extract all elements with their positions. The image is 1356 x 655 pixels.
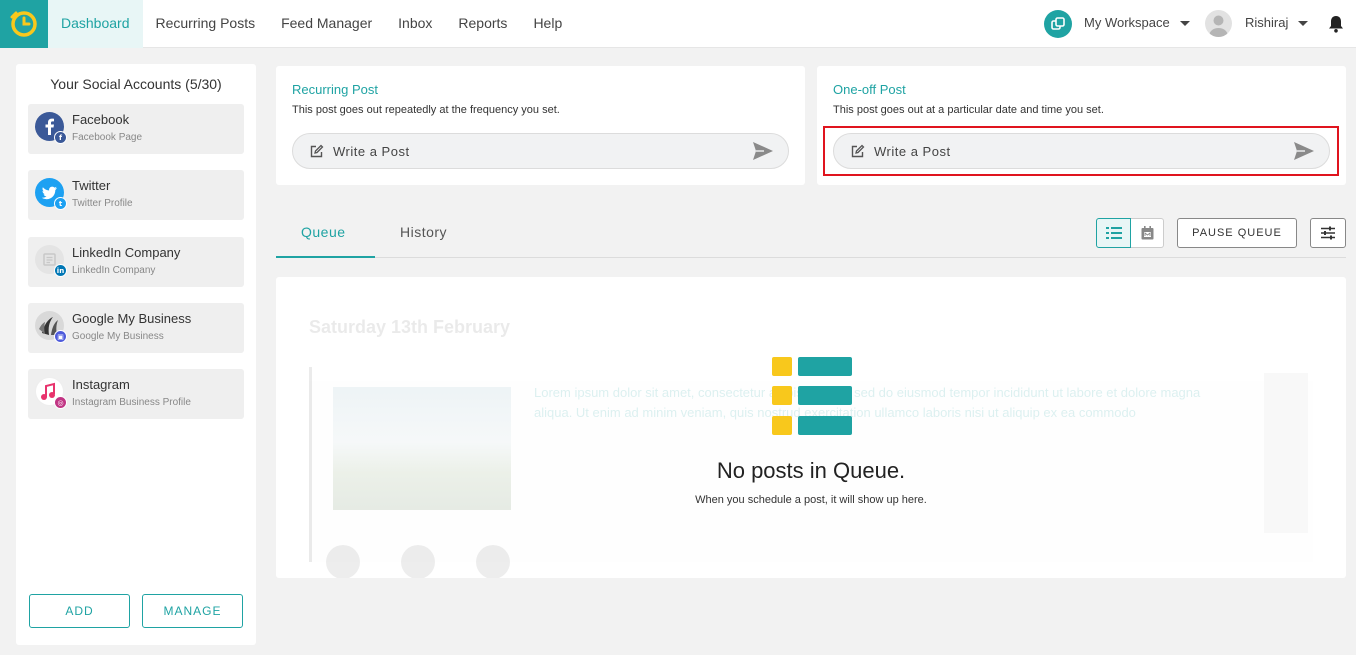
empty-queue-icon bbox=[772, 357, 852, 435]
account-type: Twitter Profile bbox=[72, 198, 133, 209]
ghost-avatar bbox=[476, 545, 510, 578]
recurring-post-card: Recurring Post This post goes out repeat… bbox=[276, 66, 805, 185]
write-post-label: Write a Post bbox=[333, 144, 410, 159]
workspace-icon[interactable] bbox=[1044, 10, 1072, 38]
account-name: Twitter bbox=[72, 178, 111, 193]
account-type: Google My Business bbox=[72, 331, 164, 342]
instagram-icon: ◎ bbox=[54, 396, 67, 409]
linkedin-icon: in bbox=[54, 264, 67, 277]
ghost-avatar bbox=[401, 545, 435, 578]
highlight-box bbox=[823, 126, 1339, 176]
account-type: Instagram Business Profile bbox=[72, 397, 191, 408]
filter-settings-button[interactable] bbox=[1310, 218, 1346, 248]
active-tab-indicator bbox=[276, 256, 375, 258]
clock-logo-icon bbox=[10, 11, 37, 37]
account-item-facebook[interactable]: f Facebook Facebook Page bbox=[28, 104, 244, 154]
nav-dashboard[interactable]: Dashboard bbox=[48, 0, 143, 48]
send-icon[interactable] bbox=[752, 141, 774, 161]
account-name: Google My Business bbox=[72, 311, 192, 326]
facebook-icon: f bbox=[54, 131, 67, 144]
card-title: Recurring Post bbox=[292, 82, 378, 97]
account-item-instagram[interactable]: ◎ Instagram Instagram Business Profile bbox=[28, 369, 244, 419]
empty-queue-title: No posts in Queue. bbox=[716, 458, 906, 483]
edit-icon bbox=[310, 144, 324, 158]
user-chevron-down-icon[interactable] bbox=[1298, 21, 1308, 26]
workspace-chevron-down-icon[interactable] bbox=[1180, 21, 1190, 26]
ghost-date-heading: Saturday 13th February bbox=[309, 317, 511, 337]
user-name-dropdown[interactable]: Rishiraj bbox=[1245, 15, 1288, 30]
ghost-post-image bbox=[333, 387, 511, 510]
sliders-icon bbox=[1321, 226, 1335, 240]
bell-icon[interactable] bbox=[1328, 15, 1344, 38]
recurring-write-post-button[interactable]: Write a Post bbox=[292, 133, 789, 169]
ghost-avatar bbox=[326, 545, 360, 578]
sidebar-title: Your Social Accounts (5/30) bbox=[50, 76, 222, 92]
twitter-icon: t bbox=[54, 197, 67, 210]
account-item-google-my-business[interactable]: ▣ Google My Business Google My Business bbox=[28, 303, 244, 353]
social-accounts-sidebar: Your Social Accounts (5/30) f Facebook F… bbox=[16, 64, 256, 645]
manage-accounts-button[interactable]: MANAGE bbox=[142, 594, 243, 628]
user-avatar[interactable] bbox=[1205, 10, 1232, 37]
calendar-icon bbox=[1141, 226, 1153, 240]
empty-queue-subtitle: When you schedule a post, it will show u… bbox=[695, 494, 927, 506]
queue-panel: Saturday 13th February Lorem ipsum dolor… bbox=[276, 277, 1346, 578]
list-view-button[interactable] bbox=[1096, 218, 1131, 248]
ghost-post-actions bbox=[1264, 373, 1308, 533]
account-item-linkedin[interactable]: in LinkedIn Company LinkedIn Company bbox=[28, 237, 244, 287]
tab-history[interactable]: History bbox=[400, 224, 447, 240]
card-description: This post goes out repeatedly at the fre… bbox=[292, 104, 560, 116]
card-description: This post goes out at a particular date … bbox=[833, 104, 1104, 116]
ghost-post-text: Lorem ipsum dolor sit amet, consectetur … bbox=[534, 385, 1201, 420]
tab-queue[interactable]: Queue bbox=[301, 224, 346, 240]
add-account-button[interactable]: ADD bbox=[29, 594, 130, 628]
account-item-twitter[interactable]: t Twitter Twitter Profile bbox=[28, 170, 244, 220]
account-type: LinkedIn Company bbox=[72, 265, 156, 276]
card-title: One-off Post bbox=[833, 82, 906, 97]
workspace-dropdown[interactable]: My Workspace bbox=[1084, 15, 1170, 30]
nav-recurring-posts[interactable]: Recurring Posts bbox=[143, 0, 269, 48]
main-nav: Dashboard Recurring Posts Feed Manager I… bbox=[48, 0, 575, 48]
tabs-divider bbox=[276, 257, 1346, 258]
nav-help[interactable]: Help bbox=[520, 0, 575, 48]
google-business-icon: ▣ bbox=[54, 330, 67, 343]
calendar-view-button[interactable] bbox=[1131, 218, 1164, 248]
account-name: Facebook bbox=[72, 112, 130, 127]
account-name: Instagram bbox=[72, 377, 130, 392]
list-icon bbox=[1105, 227, 1122, 239]
nav-reports[interactable]: Reports bbox=[445, 0, 520, 48]
pause-queue-button[interactable]: PAUSE QUEUE bbox=[1177, 218, 1297, 248]
nav-inbox[interactable]: Inbox bbox=[385, 0, 445, 48]
account-type: Facebook Page bbox=[72, 132, 143, 143]
account-name: LinkedIn Company bbox=[72, 245, 181, 260]
nav-feed-manager[interactable]: Feed Manager bbox=[268, 0, 385, 48]
top-navbar: Dashboard Recurring Posts Feed Manager I… bbox=[0, 0, 1356, 48]
app-logo[interactable] bbox=[0, 0, 48, 48]
